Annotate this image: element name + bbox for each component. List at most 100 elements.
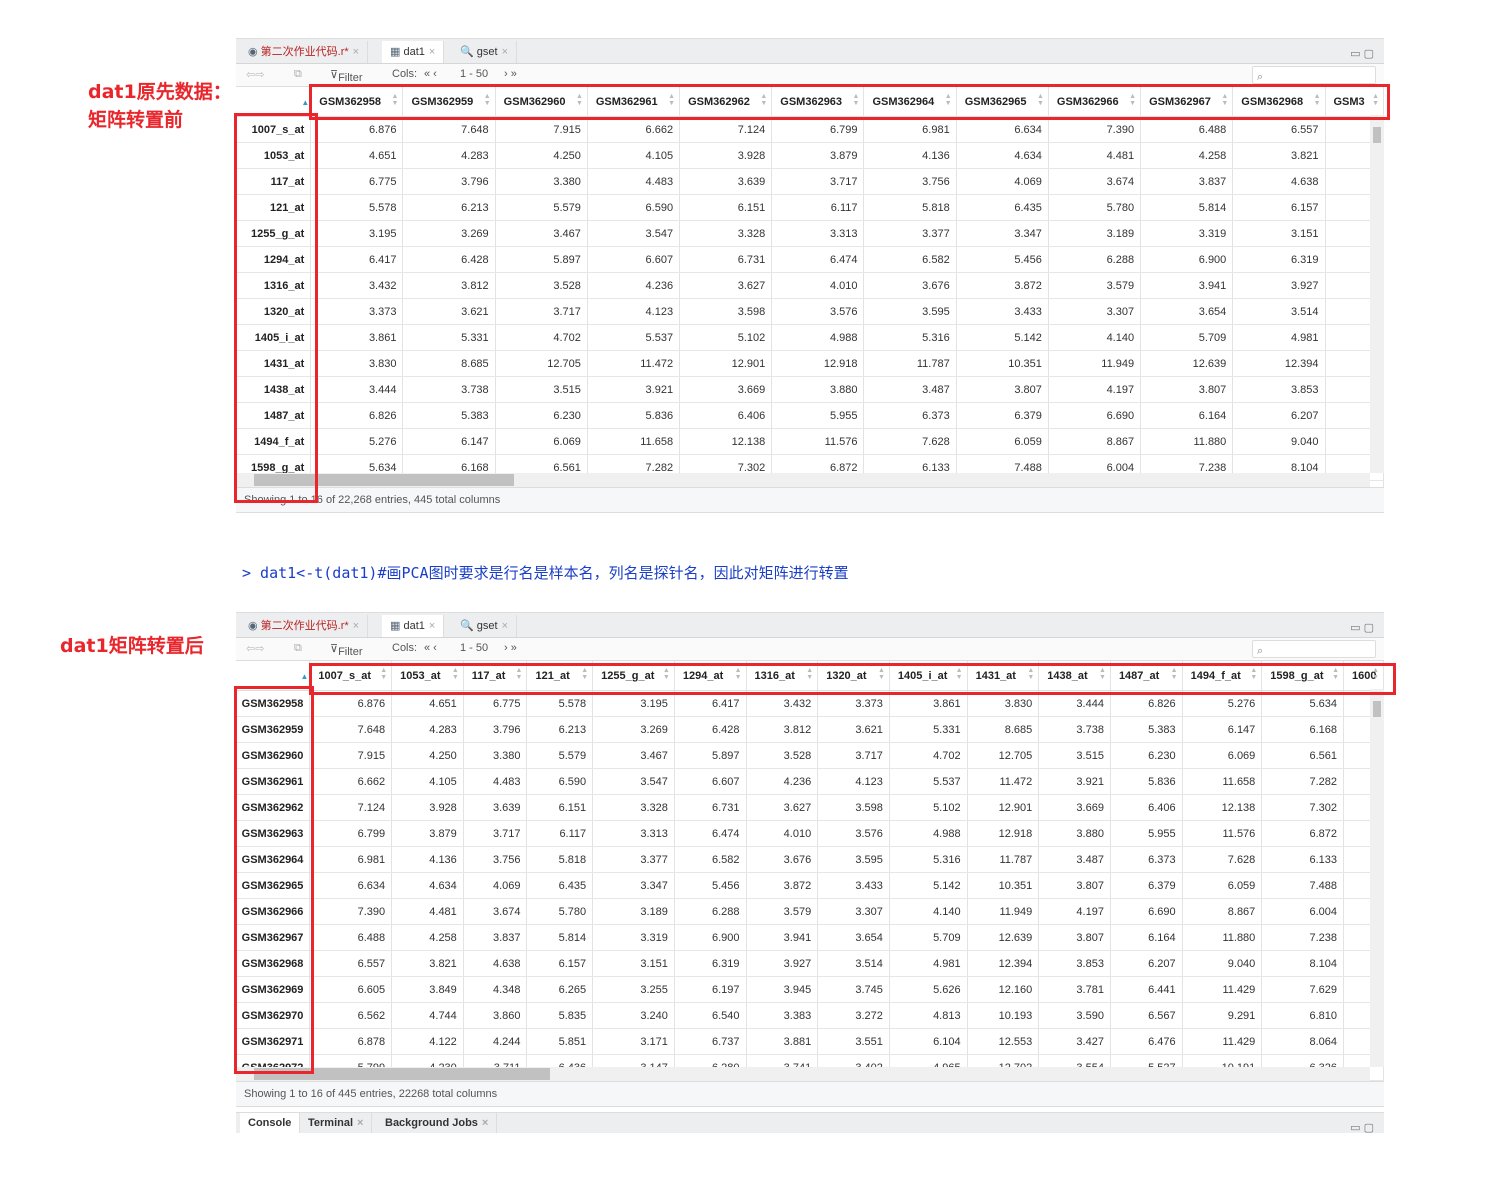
column-header[interactable]: GSM362962 ▲ ▼ <box>679 87 773 117</box>
close-icon[interactable]: × <box>353 46 359 58</box>
sort-icon[interactable]: ▲ ▼ <box>1221 93 1228 107</box>
close-icon[interactable]: × <box>429 46 435 58</box>
popout-icon[interactable]: ⧉ <box>294 642 302 655</box>
column-header[interactable]: 1316_at ▲ ▼ <box>746 661 819 691</box>
tab-gset[interactable]: 🔍 gset × <box>452 615 517 637</box>
tab-gset[interactable]: 🔍 gset × <box>452 41 517 63</box>
column-header[interactable]: 1053_at ▲ ▼ <box>391 661 464 691</box>
sort-icon[interactable]: ▲ ▼ <box>392 93 399 107</box>
table-cell: 6.690 <box>1048 402 1142 429</box>
column-header[interactable]: 117_at ▲ ▼ <box>463 661 528 691</box>
back-forward-icon[interactable]: ⇦⇨ <box>246 642 264 655</box>
sort-icon[interactable]: ▲ ▼ <box>806 667 813 681</box>
search-input[interactable]: ⌕ <box>1252 640 1376 658</box>
tab-dat1[interactable]: ▦ dat1 × <box>382 41 445 63</box>
sort-icon[interactable]: ▲ ▼ <box>452 667 459 681</box>
sort-icon[interactable]: ▲ ▼ <box>1332 667 1339 681</box>
popout-icon[interactable]: ⧉ <box>294 68 302 81</box>
sort-icon[interactable]: ▲ ▼ <box>1171 667 1178 681</box>
table-cell: 7.628 <box>1182 846 1263 873</box>
close-icon[interactable]: × <box>357 1117 363 1129</box>
sort-icon[interactable]: ▲ ▼ <box>1372 93 1379 107</box>
sort-icon[interactable]: ▲ ▼ <box>1037 93 1044 107</box>
row-name-header[interactable]: ▲ <box>236 661 311 691</box>
sort-icon[interactable]: ▲ ▼ <box>663 667 670 681</box>
tab-dat1[interactable]: ▦ dat1 × <box>382 615 445 637</box>
column-header[interactable]: GSM362958 ▲ ▼ <box>310 87 404 117</box>
column-header[interactable]: 121_at ▲ ▼ <box>526 661 594 691</box>
tab-r[interactable]: ◉ 第二次作业代码.r* × <box>240 615 369 637</box>
column-header[interactable]: 1598_g_at ▲ ▼ <box>1261 661 1344 691</box>
tab-terminal[interactable]: Terminal × <box>300 1113 373 1133</box>
search-input[interactable]: ⌕ <box>1252 66 1376 84</box>
sort-icon[interactable]: ▲ ▼ <box>956 667 963 681</box>
table-cell: 4.236 <box>746 768 819 795</box>
sort-icon[interactable]: ▲ ▼ <box>581 667 588 681</box>
column-header[interactable]: GSM3 ▲ ▼ <box>1325 87 1384 117</box>
vertical-scrollbar[interactable] <box>1370 115 1384 473</box>
table-cell: 6.288 <box>674 898 747 925</box>
cols-prev-icon[interactable]: « ‹ <box>424 68 437 80</box>
close-icon[interactable]: × <box>502 620 508 632</box>
column-header[interactable]: GSM362961 ▲ ▼ <box>587 87 681 117</box>
table-row: GSM362967 6.488 4.258 3.837 5.814 3.319 6.900 3… <box>236 924 1384 951</box>
window-controls[interactable]: ▭ ▢ <box>1350 621 1374 634</box>
table-cell: 3.945 <box>746 976 819 1003</box>
filter-button[interactable]: ⊽ Filter <box>330 642 363 658</box>
column-header[interactable]: 1494_f_at ▲ ▼ <box>1182 661 1263 691</box>
close-icon[interactable]: × <box>429 620 435 632</box>
close-icon[interactable]: × <box>482 1117 488 1129</box>
column-header[interactable]: 1487_at ▲ ▼ <box>1110 661 1183 691</box>
sort-icon[interactable]: ▲ ▼ <box>878 667 885 681</box>
sort-icon[interactable]: ▲ ▼ <box>1099 667 1106 681</box>
window-controls[interactable]: ▭ ▢ <box>1350 1121 1374 1134</box>
cols-prev-icon[interactable]: « ‹ <box>424 642 437 654</box>
sort-icon[interactable]: ▲ ▼ <box>668 93 675 107</box>
sort-icon[interactable]: ▲ ▼ <box>1027 667 1034 681</box>
column-header[interactable]: GSM362966 ▲ ▼ <box>1048 87 1142 117</box>
horizontal-scrollbar[interactable] <box>236 1067 1370 1081</box>
column-header[interactable]: GSM362964 ▲ ▼ <box>863 87 957 117</box>
close-icon[interactable]: × <box>502 46 508 58</box>
sort-icon[interactable]: ▲ ▼ <box>380 667 387 681</box>
column-header[interactable]: 1600 ▲ ▼ <box>1343 661 1384 691</box>
column-header[interactable]: 1438_at ▲ ▼ <box>1038 661 1111 691</box>
horizontal-scrollbar[interactable] <box>236 473 1370 487</box>
cols-next-icon[interactable]: › » <box>504 642 517 654</box>
sort-icon[interactable]: ▲ ▼ <box>735 667 742 681</box>
tab-console[interactable]: Console <box>240 1113 301 1133</box>
close-icon[interactable]: × <box>353 620 359 632</box>
sort-icon[interactable]: ▲ ▼ <box>516 667 523 681</box>
column-header[interactable]: 1431_at ▲ ▼ <box>967 661 1040 691</box>
sort-icon[interactable]: ▲ ▼ <box>945 93 952 107</box>
filter-button[interactable]: ⊽ Filter <box>330 68 363 84</box>
sort-icon[interactable]: ▲ ▼ <box>1372 667 1379 681</box>
column-header[interactable]: GSM362965 ▲ ▼ <box>956 87 1049 117</box>
sort-icon[interactable]: ▲ ▼ <box>576 93 583 107</box>
sort-icon[interactable]: ▲ ▼ <box>1314 93 1321 107</box>
table-cell: 12.918 <box>967 820 1040 847</box>
sort-icon[interactable]: ▲ ▼ <box>484 93 491 107</box>
column-header[interactable]: 1007_s_at ▲ ▼ <box>309 661 393 691</box>
column-header[interactable]: 1405_i_at ▲ ▼ <box>889 661 968 691</box>
row-name-header[interactable]: ▲ <box>236 87 312 117</box>
column-header[interactable]: 1255_g_at ▲ ▼ <box>592 661 675 691</box>
sort-icon[interactable]: ▲ ▼ <box>1250 667 1257 681</box>
sort-icon[interactable]: ▲ ▼ <box>853 93 860 107</box>
sort-icon[interactable]: ▲ ▼ <box>1129 93 1136 107</box>
tab-r[interactable]: ◉ 第二次作业代码.r* × <box>240 41 369 63</box>
column-header[interactable]: GSM362968 ▲ ▼ <box>1232 87 1326 117</box>
column-header[interactable]: GSM362959 ▲ ▼ <box>402 87 496 117</box>
column-header[interactable]: 1320_at ▲ ▼ <box>817 661 890 691</box>
window-controls[interactable]: ▭ ▢ <box>1350 47 1374 60</box>
tab-background-jobs[interactable]: Background Jobs × <box>377 1113 498 1133</box>
column-header[interactable]: 1294_at ▲ ▼ <box>674 661 747 691</box>
column-header[interactable]: GSM362967 ▲ ▼ <box>1140 87 1234 117</box>
column-header[interactable]: GSM362963 ▲ ▼ <box>771 87 865 117</box>
vertical-scrollbar[interactable] <box>1370 689 1384 1067</box>
sort-icon[interactable]: ▲ ▼ <box>760 93 767 107</box>
column-header[interactable]: GSM362960 ▲ ▼ <box>495 87 588 117</box>
back-forward-icon[interactable]: ⇦⇨ <box>246 68 264 81</box>
row-label: GSM362971 <box>236 1028 311 1055</box>
cols-next-icon[interactable]: › » <box>504 68 517 80</box>
